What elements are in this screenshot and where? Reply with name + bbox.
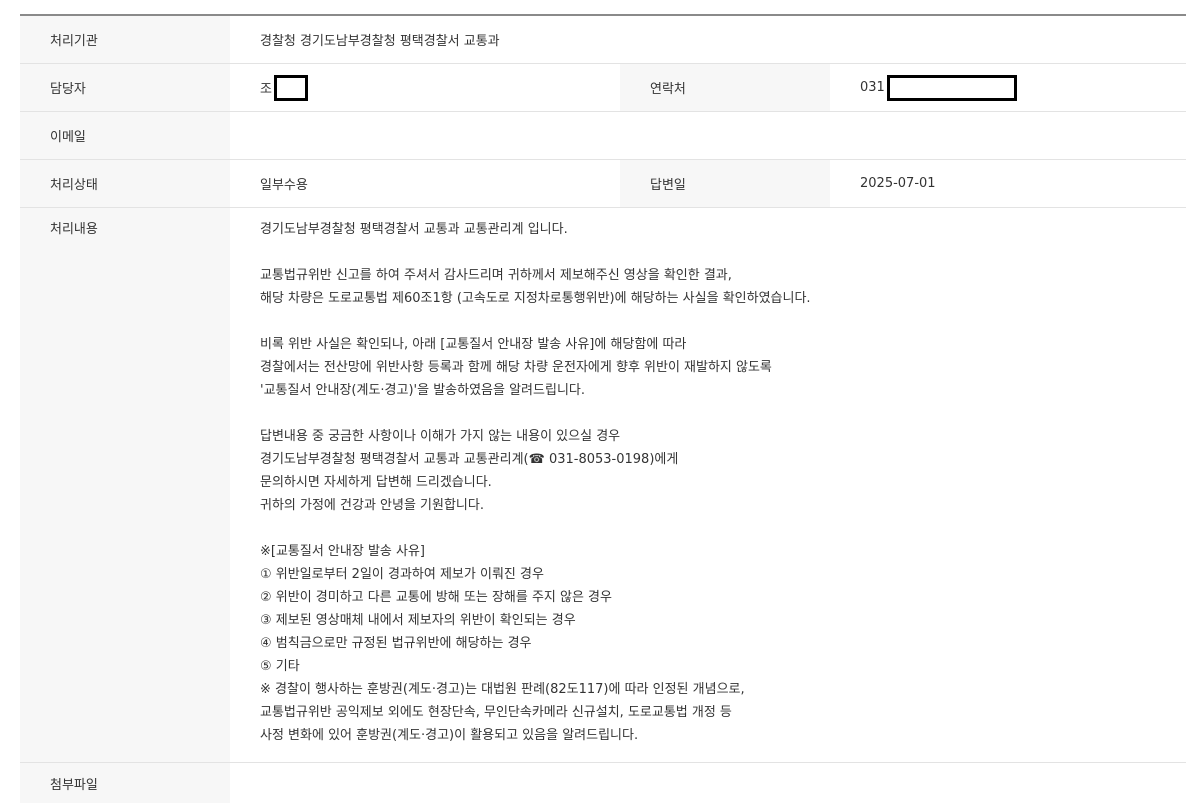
redaction-box: [273, 74, 308, 101]
agency-value: 경찰청 경기도남부경찰청 평택경찰서 교통과: [260, 34, 500, 49]
contact-cell: 031: [830, 64, 1186, 111]
complaint-result-table: 처리기관 경찰청 경기도남부경찰청 평택경찰서 교통과 담당자 조 연락처 03…: [20, 14, 1186, 803]
status-value: 일부수용: [260, 178, 308, 193]
attachment-label: 첨부파일: [20, 763, 230, 803]
content-label: 처리내용: [20, 208, 230, 762]
row-manager-contact: 담당자 조 연락처 031: [20, 64, 1186, 112]
answer-date-value: 2025-07-01: [860, 176, 936, 191]
manager-label: 담당자: [20, 64, 230, 111]
contact-value: 031: [860, 80, 885, 95]
row-status-date: 처리상태 일부수용 답변일 2025-07-01: [20, 160, 1186, 208]
email-value: [230, 112, 1186, 159]
row-attachment: 첨부파일: [20, 763, 1186, 803]
row-email: 이메일: [20, 112, 1186, 160]
contact-label: 연락처: [620, 64, 830, 111]
answer-date-label: 답변일: [620, 160, 830, 207]
redaction-box: [886, 74, 1017, 101]
email-label: 이메일: [20, 112, 230, 159]
row-content: 처리내용 경기도남부경찰청 평택경찰서 교통과 교통관리계 입니다. 교통법규위…: [20, 208, 1186, 763]
status-label: 처리상태: [20, 160, 230, 207]
row-agency: 처리기관 경찰청 경기도남부경찰청 평택경찰서 교통과: [20, 16, 1186, 64]
manager-value: 조: [260, 82, 272, 97]
content-value: 경기도남부경찰청 평택경찰서 교통과 교통관리계 입니다. 교통법규위반 신고를…: [260, 222, 811, 743]
manager-cell: 조: [230, 64, 620, 111]
attachment-value: [230, 763, 1186, 803]
agency-label: 처리기관: [20, 16, 230, 63]
